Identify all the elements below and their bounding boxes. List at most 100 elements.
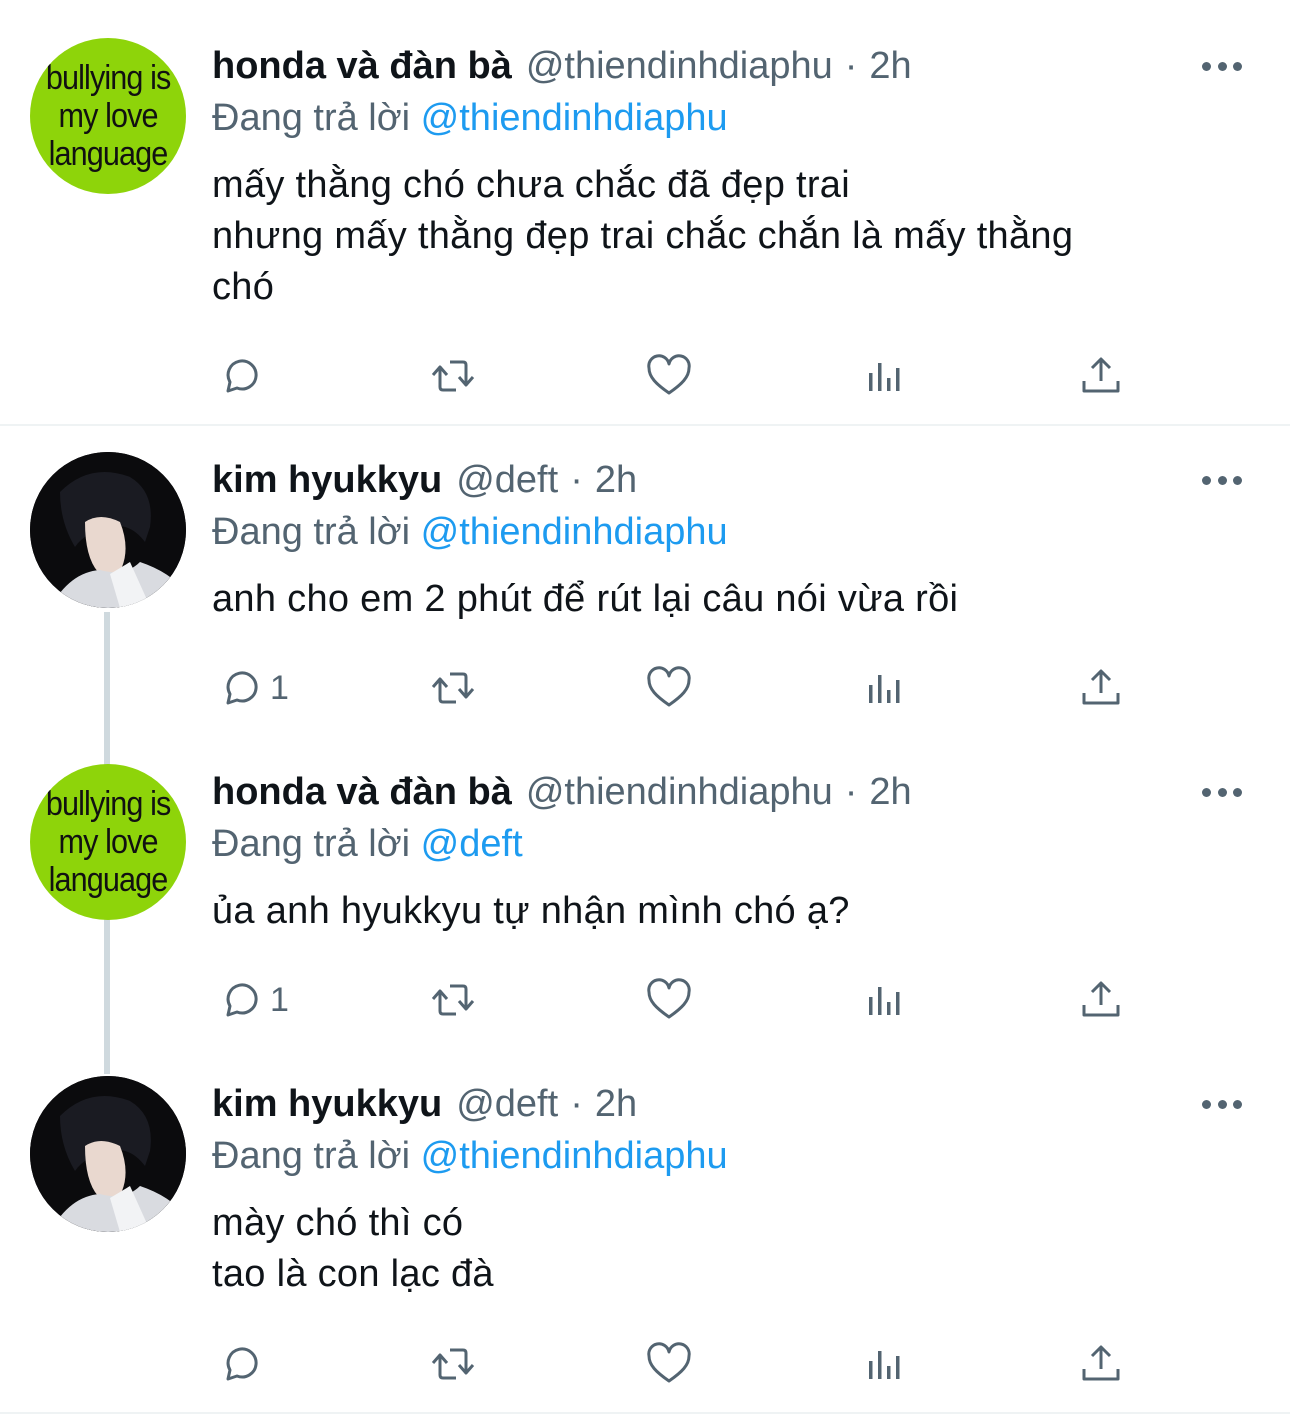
- user-handle[interactable]: @deft: [456, 459, 558, 502]
- display-name[interactable]: honda và đàn bà: [212, 45, 512, 88]
- like-button[interactable]: [644, 970, 694, 1030]
- analytics-button[interactable]: [860, 658, 910, 718]
- avatar[interactable]: [30, 452, 186, 608]
- share-button[interactable]: [1076, 346, 1126, 406]
- retweet-icon: [431, 984, 475, 1016]
- like-icon: [647, 666, 691, 707]
- user-handle[interactable]: @deft: [456, 1083, 558, 1126]
- avatar-text: language: [48, 861, 169, 899]
- reply-icon: [226, 671, 258, 705]
- mention-link[interactable]: @thiendinhdiaphu: [421, 97, 728, 139]
- tweet-text: anh cho em 2 phút để rút lại câu nói vừa…: [212, 578, 959, 620]
- share-icon: [1082, 1345, 1120, 1381]
- retweet-icon: [431, 1348, 475, 1380]
- retweet-icon: [431, 360, 475, 392]
- like-button[interactable]: [644, 658, 694, 718]
- reply-button[interactable]: 1: [212, 970, 289, 1030]
- tweet-text: ủa anh hyukkyu tự nhận mình chó ạ?: [212, 890, 850, 932]
- like-icon: [647, 354, 691, 395]
- replying-to-label: Đang trả lời: [212, 97, 411, 139]
- timestamp[interactable]: 2h: [595, 459, 637, 502]
- separator-dot: ·: [844, 44, 858, 87]
- avatar-text: language: [48, 135, 169, 173]
- like-button[interactable]: [644, 1334, 694, 1394]
- replying-to-label: Đang trả lời: [212, 823, 411, 865]
- replying-to: Đang trả lời @thiendinhdiaphu: [212, 1126, 728, 1186]
- more-options-icon[interactable]: [1202, 60, 1242, 72]
- timestamp[interactable]: 2h: [869, 45, 911, 88]
- share-icon: [1082, 669, 1120, 705]
- reply-icon: [226, 983, 258, 1017]
- analytics-button[interactable]: [860, 970, 910, 1030]
- mention-link[interactable]: @deft: [421, 823, 523, 865]
- retweet-button[interactable]: [428, 1334, 478, 1394]
- reply-count: 1: [270, 980, 289, 1019]
- share-button[interactable]: [1076, 970, 1126, 1030]
- reply-icon: [226, 1347, 258, 1381]
- tweet-actions: 1: [0, 970, 1290, 1030]
- separator-dot: ·: [570, 458, 583, 501]
- reply-icon: [226, 359, 258, 393]
- separator-dot: ·: [570, 1082, 583, 1125]
- tweet-header: honda và đàn bà @thiendinhdiaphu · 2h: [212, 762, 912, 822]
- profile-photo: [30, 1076, 186, 1232]
- tweet-header: honda và đàn bà @thiendinhdiaphu · 2h: [212, 36, 912, 96]
- display-name[interactable]: honda và đàn bà: [212, 771, 512, 814]
- mention-link[interactable]: @thiendinhdiaphu: [421, 511, 728, 553]
- profile-photo: [30, 452, 186, 608]
- analytics-icon: [869, 987, 900, 1015]
- avatar[interactable]: [30, 1076, 186, 1232]
- replying-to: Đang trả lời @thiendinhdiaphu: [212, 88, 728, 148]
- divider: [0, 1412, 1290, 1414]
- tweet-actions: [0, 1334, 1290, 1394]
- retweet-button[interactable]: [428, 658, 478, 718]
- more-options-icon[interactable]: [1202, 474, 1242, 486]
- more-options-icon[interactable]: [1202, 786, 1242, 798]
- more-options-icon[interactable]: [1202, 1098, 1242, 1110]
- reply-button[interactable]: 1: [212, 658, 289, 718]
- share-icon: [1082, 357, 1120, 393]
- avatar-text: my love: [58, 97, 158, 135]
- share-icon: [1082, 981, 1120, 1017]
- replying-to: Đang trả lời @thiendinhdiaphu: [212, 502, 728, 562]
- separator-dot: ·: [844, 770, 858, 813]
- reply-count: 1: [270, 668, 289, 707]
- tweet-header: kim hyukkyu @deft · 2h: [212, 450, 637, 510]
- share-button[interactable]: [1076, 1334, 1126, 1394]
- timestamp[interactable]: 2h: [869, 771, 911, 814]
- mention-link[interactable]: @thiendinhdiaphu: [421, 1135, 728, 1177]
- like-icon: [647, 978, 691, 1019]
- tweet-text: mấy thằng chó chưa chắc đã đẹp trai nhưn…: [212, 164, 1074, 308]
- retweet-icon: [431, 672, 475, 704]
- analytics-button[interactable]: [860, 346, 910, 406]
- timestamp[interactable]: 2h: [595, 1083, 637, 1126]
- user-handle[interactable]: @thiendinhdiaphu: [526, 45, 833, 88]
- avatar[interactable]: bullying is my love language: [30, 764, 186, 920]
- replying-to-label: Đang trả lời: [212, 1135, 411, 1177]
- tweet-header: kim hyukkyu @deft · 2h: [212, 1074, 637, 1134]
- avatar[interactable]: bullying is my love language: [30, 38, 186, 194]
- divider: [0, 424, 1290, 426]
- like-button[interactable]: [644, 346, 694, 406]
- display-name[interactable]: kim hyukkyu: [212, 1083, 442, 1126]
- avatar-text: bullying is: [45, 59, 171, 97]
- user-handle[interactable]: @thiendinhdiaphu: [526, 771, 833, 814]
- analytics-icon: [869, 675, 900, 703]
- like-icon: [647, 1342, 691, 1383]
- analytics-icon: [869, 1351, 900, 1379]
- tweet-actions: 1: [0, 658, 1290, 718]
- avatar-text: my love: [58, 823, 158, 861]
- share-button[interactable]: [1076, 658, 1126, 718]
- display-name[interactable]: kim hyukkyu: [212, 459, 442, 502]
- tweet-actions: [0, 346, 1290, 406]
- reply-button[interactable]: [212, 346, 270, 406]
- analytics-button[interactable]: [860, 1334, 910, 1394]
- retweet-button[interactable]: [428, 346, 478, 406]
- replying-to-label: Đang trả lời: [212, 511, 411, 553]
- tweet-text: mày chó thì có tao là con lạc đà: [212, 1202, 494, 1295]
- reply-button[interactable]: [212, 1334, 270, 1394]
- tweet[interactable]: bullying is my love language honda và đà…: [0, 0, 1290, 426]
- analytics-icon: [869, 363, 900, 391]
- retweet-button[interactable]: [428, 970, 478, 1030]
- avatar-text: bullying is: [45, 785, 171, 823]
